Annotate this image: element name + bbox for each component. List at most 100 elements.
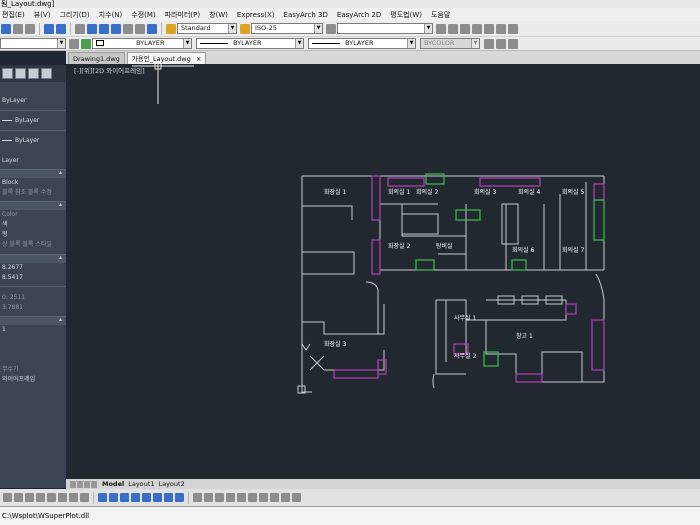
trim-icon[interactable] [153,493,162,502]
palette-section-header[interactable] [0,201,66,210]
save-icon[interactable] [1,23,11,34]
tab-layout2[interactable]: Layout2 [158,480,184,488]
dim-style-select[interactable]: ISO-25 ▼ [251,23,323,34]
workspace-icon[interactable] [292,493,301,502]
hatch-icon[interactable] [58,493,67,502]
color-wheel-icon[interactable] [81,38,91,49]
palette-color-value[interactable]: ByLayer [0,96,66,106]
previous-tab-icon[interactable] [77,480,83,488]
toolbar-icon[interactable] [508,23,518,34]
fillet-icon[interactable] [175,493,184,502]
rotate-icon[interactable] [120,493,129,502]
toolbar-icon[interactable] [448,23,458,34]
toolbar-icon[interactable] [472,23,482,34]
toggle-pickadd-icon[interactable] [28,68,39,79]
first-tab-icon[interactable] [70,480,76,488]
circle-icon[interactable] [25,493,34,502]
palette-lineweight-value[interactable]: ByLayer [0,136,66,146]
line-icon[interactable] [3,493,12,502]
toolbar-icon[interactable] [496,38,506,49]
table-style-icon[interactable] [326,23,336,34]
quick-select-icon[interactable] [15,68,26,79]
palette-visual-style[interactable]: 상 블록 블록 스타일 [0,240,66,250]
help-icon[interactable] [147,23,157,34]
lineweight-toggle-icon[interactable] [259,493,268,502]
select-objects-icon[interactable] [2,68,13,79]
zoom-window-icon[interactable] [99,23,109,34]
palette-section-header[interactable] [0,169,66,178]
palette-section-header[interactable] [0,316,66,325]
menu-plot[interactable]: 평도법(W) [390,10,422,20]
snap-icon[interactable] [193,493,202,502]
ortho-icon[interactable] [215,493,224,502]
pan-icon[interactable] [75,23,85,34]
menu-modify[interactable]: 수정(M) [131,10,155,20]
toolbar-icon[interactable] [496,23,506,34]
menu-draw[interactable]: 그리기(D) [59,10,89,20]
palette-block-edit[interactable]: 블록 참조 블록 수정 [0,188,66,198]
palette-linetype-value[interactable]: ByLayer [0,116,66,126]
menu-view[interactable]: 뷰(V) [34,10,51,20]
zoom-realtime-icon[interactable] [87,23,97,34]
zoom-previous-icon[interactable] [111,23,121,34]
extend-icon[interactable] [164,493,173,502]
copy-object-icon[interactable] [109,493,118,502]
palette-center-x[interactable]: 8.2677 [0,263,66,273]
linetype-select[interactable]: BYLAYER ▼ [196,38,304,49]
palette-style-setting[interactable]: 형 [0,230,66,240]
palette-misc-value[interactable]: 1 [0,325,66,335]
multileader-style-icon[interactable] [436,23,446,34]
text-style-icon[interactable] [166,23,176,34]
menu-help[interactable]: 도움말 [431,10,450,20]
file-tab-drawing1[interactable]: Drawing1.dwg [68,52,125,64]
design-center-icon[interactable] [135,23,145,34]
palette-width[interactable]: 3.7881 [0,303,66,313]
mirror-icon[interactable] [131,493,140,502]
table-style-select[interactable]: ▼ [337,23,433,34]
menu-express[interactable]: Express(X) [237,11,275,19]
arc-icon[interactable] [36,493,45,502]
properties-icon[interactable] [123,23,133,34]
otrack-icon[interactable] [248,493,257,502]
tab-layout1[interactable]: Layout1 [128,480,154,488]
cut-icon[interactable] [13,23,23,34]
polyline-icon[interactable] [14,493,23,502]
command-line[interactable]: C:\Wsplot\WSuperPlot.dll [0,506,700,525]
palette-height[interactable]: 0: 2511 [0,293,66,303]
polar-icon[interactable] [226,493,235,502]
palette-ucs-label[interactable]: 무수기 [0,365,66,375]
last-tab-icon[interactable] [91,480,97,488]
block-icon[interactable] [80,493,89,502]
lineweight-select[interactable]: BYLAYER ▼ [308,38,416,49]
palette-section-header[interactable] [0,254,66,263]
menu-parameter[interactable]: 파라미터(P) [165,10,200,20]
palette-center-y[interactable]: 8.5417 [0,273,66,283]
layer-previous-icon[interactable] [69,38,79,49]
palette-visual-style-name[interactable]: 와이어프레임 [0,375,66,385]
grid-icon[interactable] [204,493,213,502]
dim-style-icon[interactable] [240,23,250,34]
move-icon[interactable] [98,493,107,502]
redo-icon[interactable] [56,23,66,34]
toolbar-icon[interactable] [484,23,494,34]
palette-color-setting[interactable]: 색 [0,220,66,230]
text-icon[interactable] [69,493,78,502]
menu-easyarch-2d[interactable]: EasyArch 2D [337,11,381,19]
rectangle-icon[interactable] [47,493,56,502]
toolbar-icon[interactable] [460,23,470,34]
toolbar-icon[interactable] [484,38,494,49]
palette-options-icon[interactable] [41,68,52,79]
color-select[interactable]: BYLAYER ▼ [92,38,192,49]
menu-window[interactable]: 창(W) [209,10,228,20]
undo-icon[interactable] [44,23,54,34]
palette-layer-value[interactable]: Layer [0,156,66,166]
menu-edit[interactable]: 편집(E) [2,10,25,20]
layer-select[interactable]: ▼ [0,38,66,49]
tab-model[interactable]: Model [102,480,124,488]
palette-block-value[interactable]: Block [0,178,66,188]
menu-easyarch-3d[interactable]: EasyArch 3D [284,11,328,19]
file-tab-layout[interactable]: 가용인_Layout.dwg × [126,52,207,64]
drawing-canvas[interactable]: [-][위][2D 와이어프레임] 화장실 1 회의실 1 회의실 2 회의실 … [66,64,700,479]
annotation-icon[interactable] [281,493,290,502]
osnap-icon[interactable] [237,493,246,502]
